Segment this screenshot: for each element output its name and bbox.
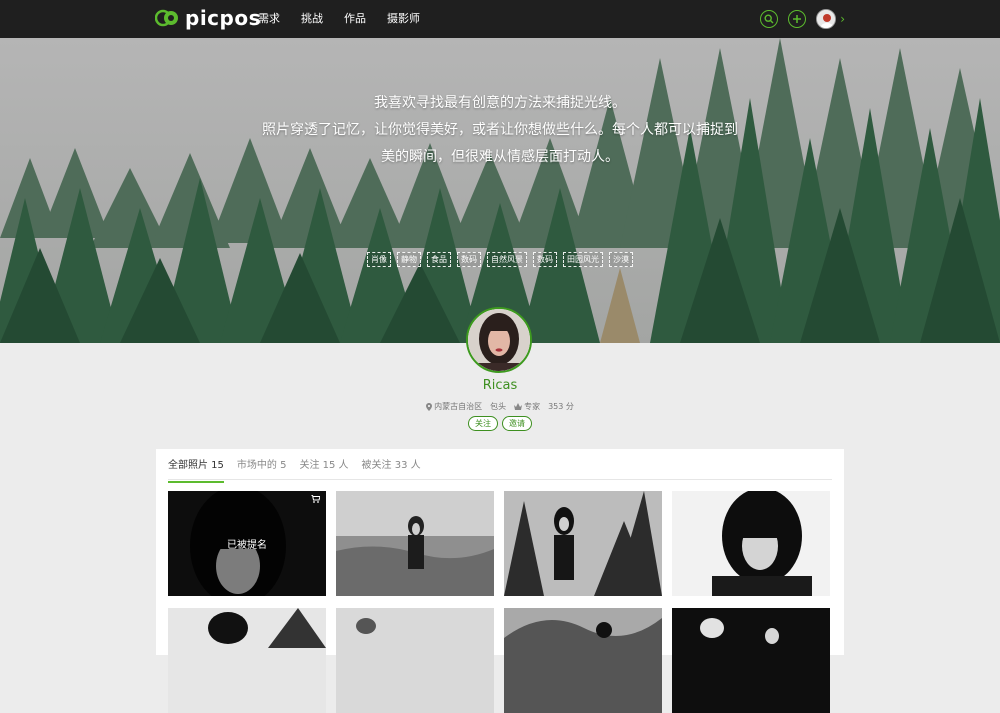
hero-quote-line: 我喜欢寻找最有创意的方法来捕捉光线。: [374, 95, 626, 111]
crown-icon: [514, 403, 523, 410]
logo-text: picpos: [185, 6, 261, 30]
user-avatar[interactable]: [816, 9, 837, 29]
tag-list: 肖像 静物 食品 数码 自然风景 数码 田园风光 沙漠: [0, 252, 1000, 267]
top-navbar: picpos 需求 挑战 作品 摄影师 ›: [0, 0, 1000, 38]
tab-all-photos[interactable]: 全部照片 15: [168, 457, 224, 483]
profile-meta: 内蒙古自治区 包头 专家 353 分: [0, 401, 1000, 412]
search-button[interactable]: [760, 10, 779, 28]
photo-overlay: 已被提名: [168, 491, 326, 596]
tag-still-life[interactable]: 静物: [397, 252, 421, 267]
photo-panel: 全部照片 15 市场中的 5 关注 15 人 被关注 33 人 已被提名: [156, 449, 844, 713]
hero-quote-line: 美的瞬间，但很难从情感层面打动人。: [381, 149, 619, 165]
profile-actions: 关注 邀请: [0, 416, 1000, 431]
plus-icon: [793, 15, 802, 23]
photo-card[interactable]: [168, 608, 326, 713]
nav-item-demand[interactable]: 需求: [258, 0, 291, 38]
tag-desert[interactable]: 沙漠: [609, 252, 633, 267]
chevron-right-icon[interactable]: ›: [840, 12, 845, 26]
invite-button[interactable]: 邀请: [502, 416, 532, 431]
location-city: 包头: [490, 402, 507, 411]
cart-icon[interactable]: [311, 495, 320, 503]
profile-avatar[interactable]: [466, 307, 532, 373]
profile-name: Ricas: [482, 378, 518, 393]
location-pin-icon: [426, 402, 433, 411]
header-tools: ›: [760, 9, 845, 29]
photo-card[interactable]: [672, 491, 830, 596]
location-region: 内蒙古自治区: [434, 402, 483, 411]
score-label: 353 分: [548, 402, 574, 411]
nav-item-challenge[interactable]: 挑战: [301, 0, 334, 38]
main-nav: 需求 挑战 作品 摄影师: [258, 0, 441, 38]
photo-card[interactable]: [504, 608, 662, 713]
tag-digital[interactable]: 数码: [457, 252, 481, 267]
tab-bar: 全部照片 15 市场中的 5 关注 15 人 被关注 33 人: [168, 457, 832, 483]
logo[interactable]: picpos: [155, 8, 261, 28]
photo-card[interactable]: 已被提名: [168, 491, 326, 596]
photo-card[interactable]: [336, 491, 494, 596]
hero-quote: 我喜欢寻找最有创意的方法来捕捉光线。 照片穿透了记忆，让你觉得美好，或者让你想做…: [0, 90, 1000, 171]
photo-card[interactable]: [336, 608, 494, 713]
hero-quote-line: 照片穿透了记忆，让你觉得美好，或者让你想做些什么。每个人都可以捕捉到: [262, 122, 738, 138]
tag-food[interactable]: 食品: [427, 252, 451, 267]
tag-portrait[interactable]: 肖像: [367, 252, 391, 267]
tab-following[interactable]: 关注 15 人: [299, 457, 348, 479]
forest-illustration: [0, 38, 1000, 343]
nav-item-photographers[interactable]: 摄影师: [387, 0, 431, 38]
hero-banner: 我喜欢寻找最有创意的方法来捕捉光线。 照片穿透了记忆，让你觉得美好，或者让你想做…: [0, 38, 1000, 343]
search-icon: [764, 14, 774, 24]
location-group: 内蒙古自治区: [426, 401, 482, 412]
level-label: 专家: [524, 402, 541, 411]
photo-card[interactable]: [672, 608, 830, 713]
follow-button[interactable]: 关注: [468, 416, 498, 431]
tag-digital-2[interactable]: 数码: [533, 252, 557, 267]
tag-pastoral[interactable]: 田园风光: [563, 252, 603, 267]
tag-landscape[interactable]: 自然风景: [487, 252, 527, 267]
level-group: 专家: [514, 401, 540, 412]
nominated-label: 已被提名: [227, 540, 267, 551]
add-button[interactable]: [788, 10, 807, 28]
tab-market[interactable]: 市场中的 5: [237, 457, 287, 479]
photo-card[interactable]: [504, 491, 662, 596]
tab-followers[interactable]: 被关注 33 人: [362, 457, 421, 479]
logo-icon: [155, 8, 179, 28]
nav-item-works[interactable]: 作品: [344, 0, 377, 38]
